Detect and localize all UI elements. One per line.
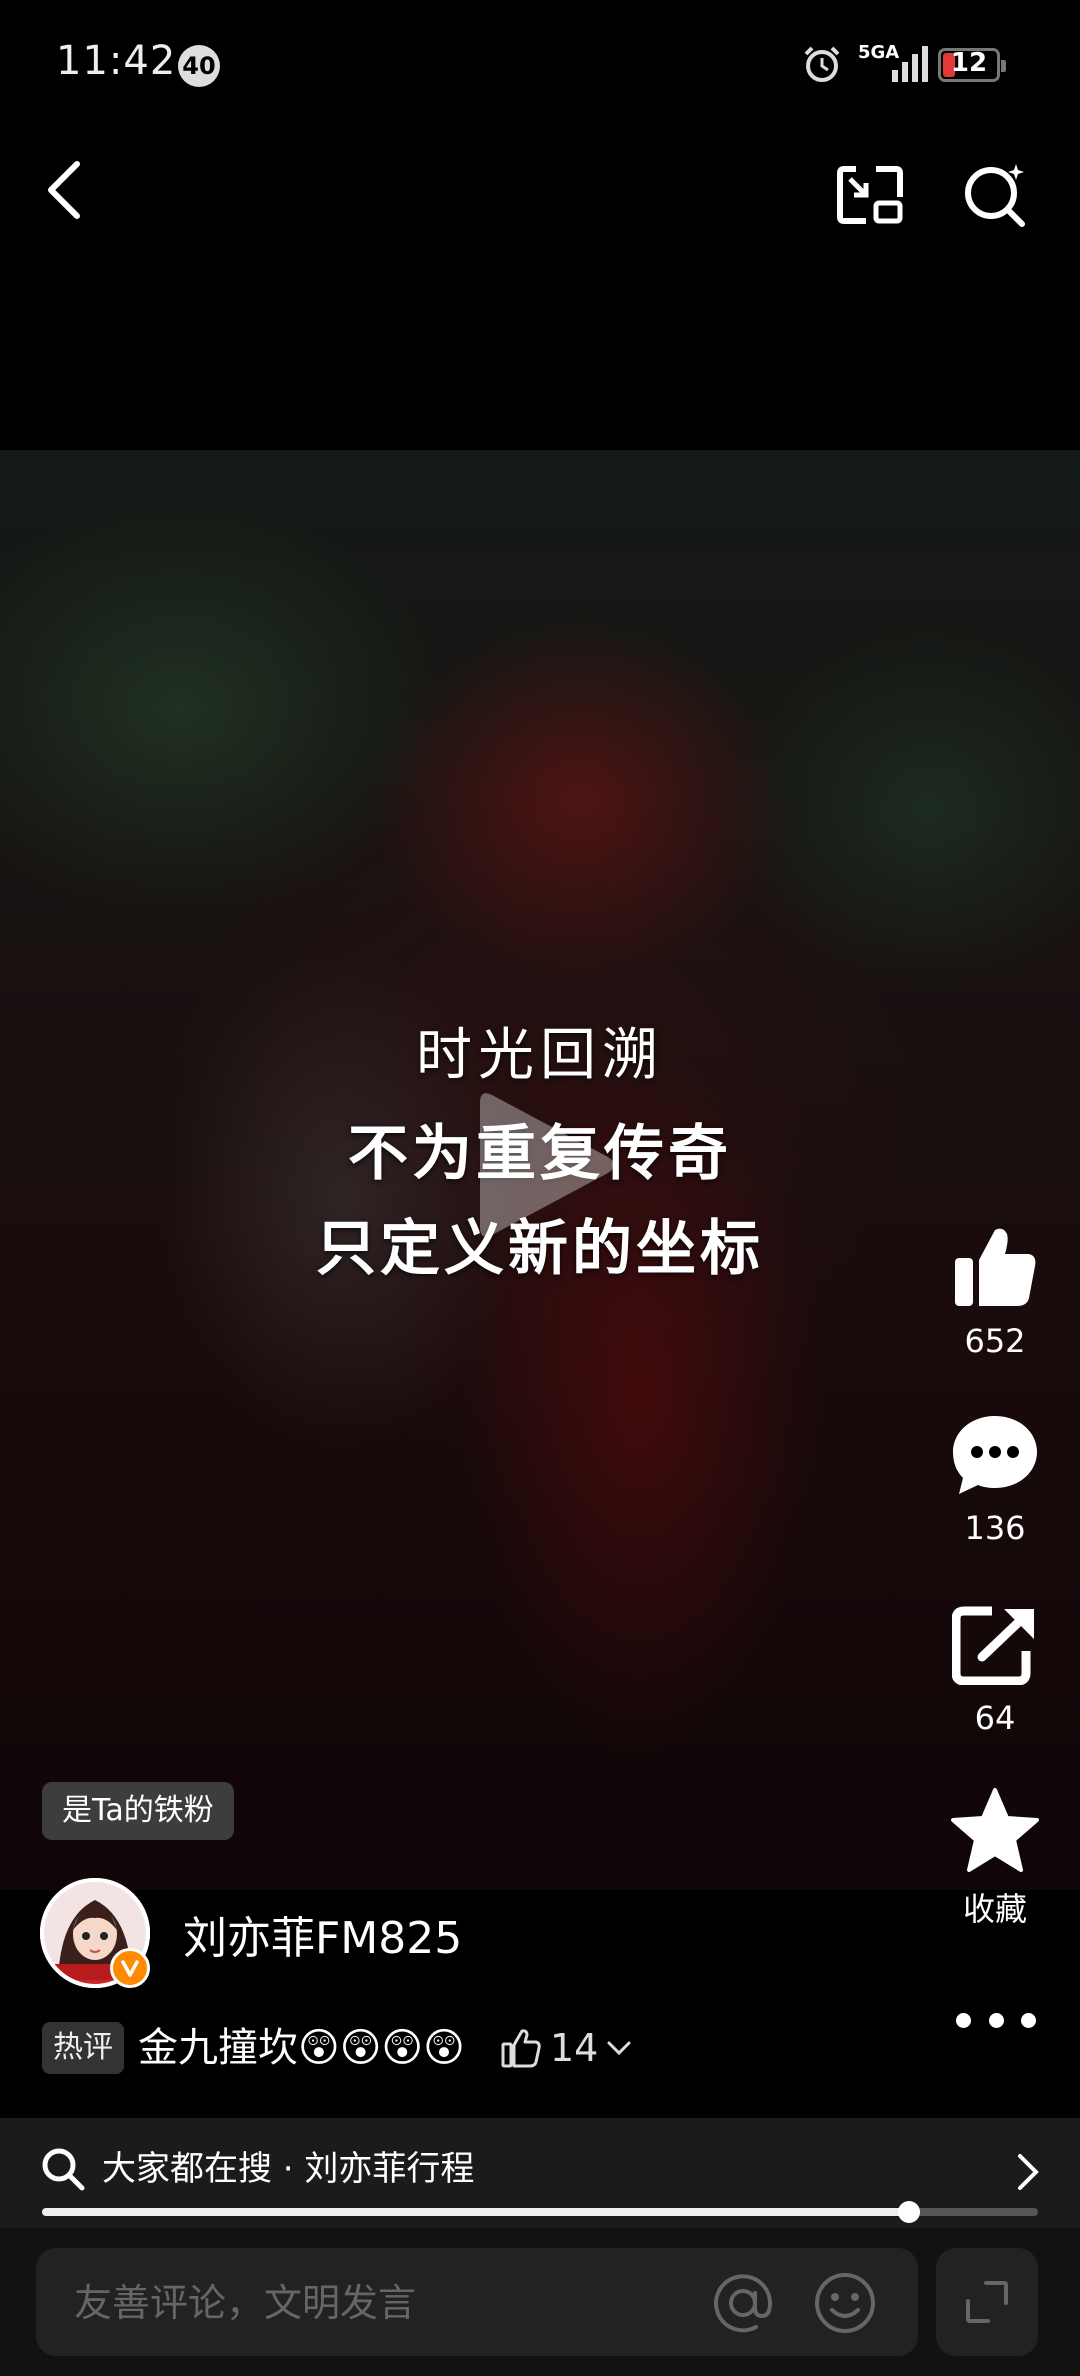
favorite-label: 收藏 — [962, 1890, 1027, 1928]
comment-button[interactable]: 136 — [940, 1405, 1050, 1547]
hot-comment-tag: 热评 — [42, 2022, 124, 2074]
author-name[interactable]: 刘亦菲FM825 — [183, 1902, 462, 1966]
expand-button[interactable] — [936, 2248, 1038, 2356]
verified-check-icon — [121, 1960, 139, 1977]
search-button[interactable] — [955, 155, 1035, 235]
chevron-down-icon[interactable] — [604, 2036, 634, 2060]
favorite-button[interactable]: 收藏 — [940, 1780, 1050, 1930]
more-dot — [1021, 2012, 1036, 2028]
battery-icon: 12 — [938, 48, 1006, 82]
video-progress-knob[interactable] — [897, 2201, 920, 2223]
fan-tag[interactable]: 是Ta的铁粉 — [42, 1782, 234, 1840]
pip-button[interactable] — [830, 155, 910, 235]
star-icon — [951, 1788, 1039, 1872]
status-time: 11:42 — [56, 38, 177, 84]
hot-comment-text[interactable]: 金九撞坎😲😲😲😲 — [138, 2022, 465, 2074]
video-caption-line-1: 时光回溯 — [416, 1023, 664, 1088]
more-dot — [988, 2012, 1004, 2028]
back-icon — [48, 161, 80, 219]
alarm-icon — [804, 46, 840, 82]
video-progress-bar[interactable] — [42, 2208, 1038, 2216]
more-dot — [956, 2012, 971, 2028]
signal-icon — [892, 46, 928, 82]
chevron-right-icon[interactable] — [1008, 2150, 1048, 2194]
play-icon[interactable] — [470, 1085, 620, 1245]
notification-count-badge: 40 — [178, 45, 220, 87]
search-suggestion-text[interactable]: 大家都在搜 · 刘亦菲行程 — [102, 2146, 474, 2192]
comment-input-wrapper[interactable] — [36, 2248, 918, 2358]
back-button[interactable] — [30, 150, 100, 230]
like-count: 652 — [964, 1322, 1026, 1360]
thumbs-up-outline-icon — [501, 2029, 541, 2068]
hot-comment-like[interactable]: 14 — [500, 2024, 642, 2072]
thumbs-up-icon — [955, 1228, 1036, 1306]
video-progress-fill — [42, 2208, 909, 2216]
comment-icon — [953, 1416, 1037, 1494]
emoji-icon[interactable] — [810, 2268, 880, 2338]
comment-input[interactable] — [72, 2248, 716, 2358]
share-button[interactable]: 64 — [940, 1595, 1050, 1737]
like-button[interactable]: 652 — [940, 1218, 1050, 1360]
pip-icon — [837, 166, 903, 224]
search-icon — [42, 2148, 85, 2191]
comment-count: 136 — [964, 1509, 1026, 1547]
at-mention-icon[interactable] — [708, 2268, 778, 2338]
search-icon — [965, 164, 1025, 227]
hot-comment-like-count: 14 — [550, 2026, 599, 2070]
more-button[interactable] — [956, 2000, 1036, 2040]
share-count: 64 — [974, 1699, 1016, 1737]
expand-icon — [966, 2281, 1008, 2323]
share-icon — [952, 1606, 1034, 1685]
verified-badge — [110, 1948, 150, 1988]
battery-level: 12 — [950, 48, 988, 78]
